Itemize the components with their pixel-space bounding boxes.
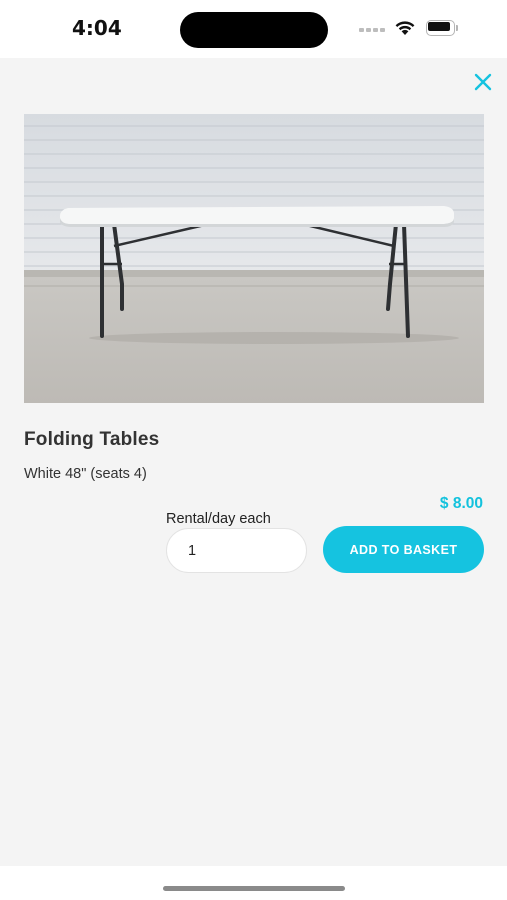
quantity-label: Rental/day each xyxy=(166,511,271,527)
close-icon[interactable] xyxy=(471,70,495,94)
cellular-signal-icon xyxy=(359,26,387,34)
home-indicator[interactable] xyxy=(163,886,345,891)
bottom-safe-area xyxy=(0,866,507,900)
dynamic-island xyxy=(180,12,328,48)
product-title: Folding Tables xyxy=(24,429,160,450)
product-image xyxy=(24,114,484,403)
status-time: 4:04 xyxy=(72,16,122,40)
product-detail-screen: 4:04 Folding Tables White 48" (seats 4) … xyxy=(0,0,507,900)
quantity-input[interactable] xyxy=(166,528,307,573)
status-bar: 4:04 xyxy=(0,0,507,58)
wifi-icon xyxy=(395,21,415,35)
product-price: $ 8.00 xyxy=(439,495,483,512)
add-to-basket-button[interactable]: ADD TO BASKET xyxy=(323,526,484,573)
product-description: White 48" (seats 4) xyxy=(24,466,147,482)
battery-icon xyxy=(426,20,459,36)
